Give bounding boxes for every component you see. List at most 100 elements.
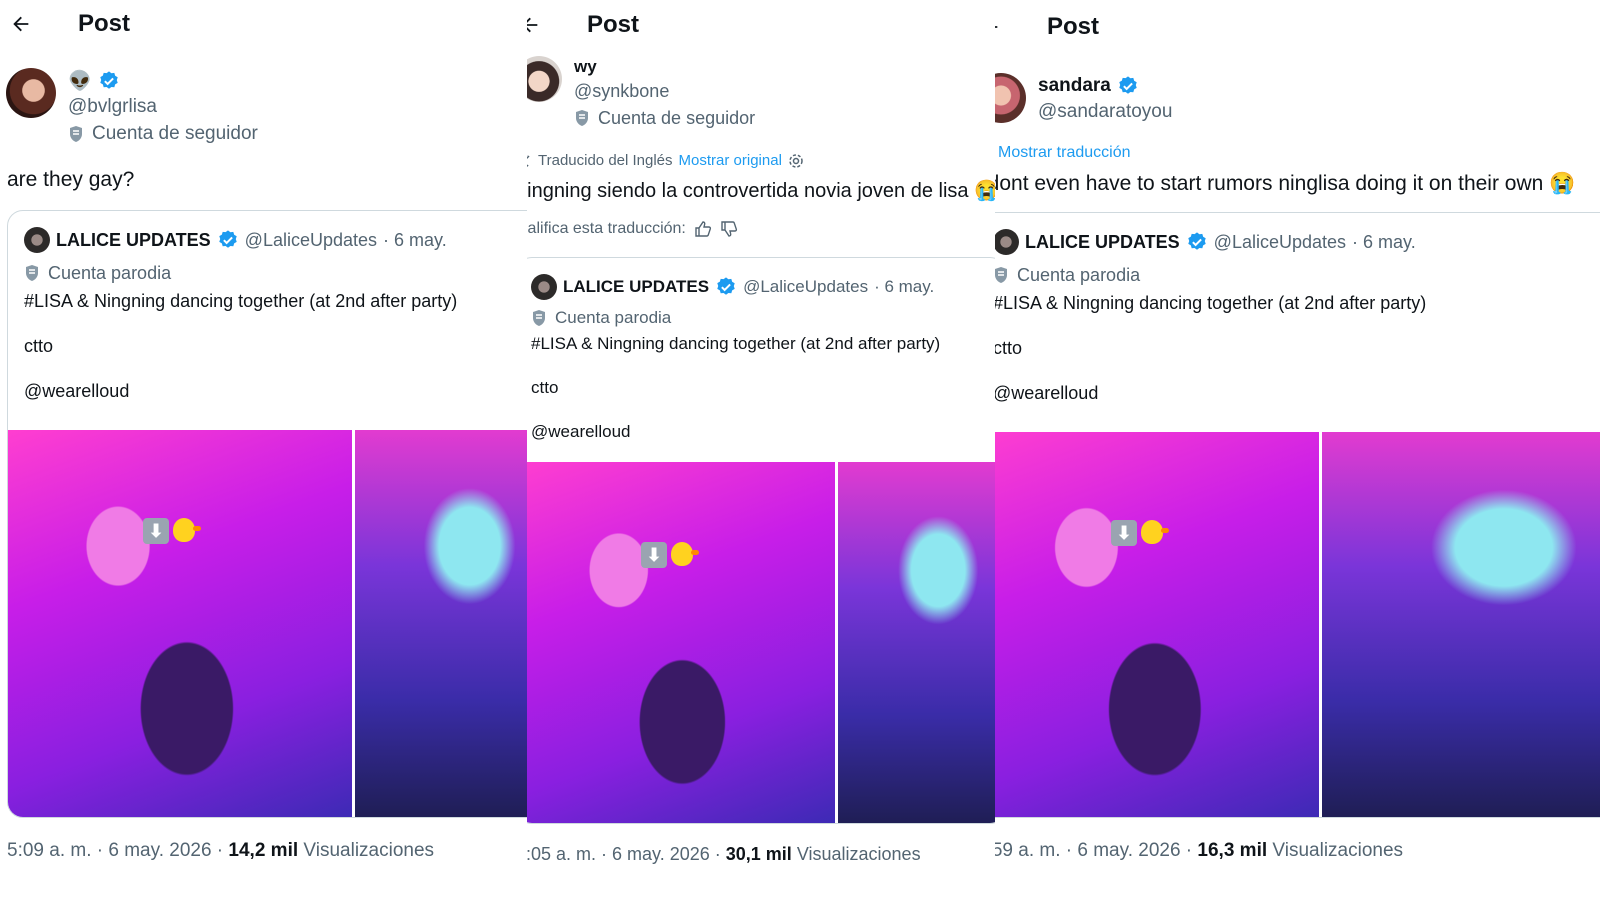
post-timestamp[interactable]: 5:05 a. m. · 6 may. 2026 · (527, 844, 726, 864)
rate-translation: Califica esta traducción: (527, 220, 738, 238)
quoted-text-line: ctto (995, 338, 1023, 358)
duck-emoji-icon (173, 518, 201, 542)
post-panel-2: Post wy @synkbone Cuenta de seguidor Tra… (527, 0, 995, 900)
post-panel-3: Post sandara @sandaratoyou Mostrar tradu… (995, 0, 1600, 900)
post-text: I dont even have to start rumors ninglis… (995, 172, 1576, 195)
media-image[interactable]: ⬇ (995, 432, 1319, 817)
display-name[interactable]: wy (574, 57, 597, 77)
display-name[interactable]: sandara (1038, 75, 1111, 97)
quoted-date: · 6 may. (874, 277, 935, 296)
post-header: Post (10, 4, 130, 44)
quoted-text-line: @wearelloud (531, 422, 631, 441)
duck-emoji-icon (671, 542, 699, 566)
arrow-down-emoji-icon: ⬇ (143, 518, 169, 544)
back-arrow-icon[interactable] (527, 14, 541, 36)
quoted-post[interactable]: LALICE UPDATES @LaliceUpdates · 6 may. C… (7, 210, 527, 818)
views-label: Visualizaciones (796, 844, 921, 864)
media-image[interactable] (1322, 432, 1600, 817)
quoted-handle: @LaliceUpdates (1213, 231, 1347, 252)
quoted-text-line: @wearelloud (24, 381, 130, 401)
gear-icon[interactable] (788, 153, 804, 169)
post-panel-1: Post 👽 @bvlgrlisa Cuenta de seguidor are… (0, 0, 527, 900)
media-gallery[interactable]: ⬇ (995, 432, 1600, 817)
post-footer: 4:59 a. m. · 6 may. 2026 · 16,3 mil Visu… (995, 840, 1403, 862)
quoted-date: · 6 may. (1352, 231, 1416, 252)
post-author[interactable]: wy @synkbone Cuenta de seguidor (527, 56, 755, 132)
show-translation-link[interactable]: Mostrar traducción (998, 144, 1131, 162)
quoted-name: LALICE UPDATES (56, 229, 211, 250)
quoted-handle: @LaliceUpdates (244, 229, 378, 250)
translation-info: Mostrar traducción (995, 144, 1131, 162)
shield-icon (533, 310, 545, 326)
media-image[interactable]: ⬇ (8, 430, 352, 817)
page-title: Post (1047, 13, 1100, 40)
quoted-avatar (531, 274, 557, 300)
user-handle[interactable]: @synkbone (574, 78, 755, 104)
avatar[interactable] (6, 68, 56, 118)
duck-emoji-icon (1141, 520, 1169, 544)
quoted-account-label: Cuenta parodia (48, 262, 172, 283)
user-handle[interactable]: @sandaratoyou (1038, 99, 1172, 125)
media-image[interactable] (838, 462, 995, 823)
translation-info: Traducido del Inglés Mostrar original (527, 152, 804, 169)
display-name[interactable]: 👽 (68, 69, 92, 93)
post-author[interactable]: sandara @sandaratoyou (995, 73, 1172, 125)
verified-badge-icon (99, 71, 118, 89)
quoted-avatar (24, 227, 50, 253)
avatar[interactable] (995, 73, 1026, 123)
view-count: 16,3 mil (1197, 840, 1268, 861)
quoted-avatar (995, 229, 1019, 255)
account-label: Cuenta de seguidor (92, 123, 258, 144)
media-gallery[interactable]: ⬇ (8, 430, 527, 817)
shield-icon (995, 267, 1007, 283)
media-gallery[interactable]: ⬇ (527, 462, 995, 823)
view-count: 30,1 mil (725, 844, 792, 864)
quoted-date: · 6 may. (383, 229, 447, 250)
media-image[interactable] (355, 430, 527, 817)
quoted-post[interactable]: LALICE UPDATES @LaliceUpdates · 6 may. C… (527, 257, 995, 824)
quoted-text-line: #LISA & Ningning dancing together (at 2n… (24, 291, 458, 311)
shield-icon (70, 126, 82, 142)
user-handle[interactable]: @bvlgrlisa (68, 94, 258, 120)
quoted-text-line: @wearelloud (995, 383, 1099, 403)
account-label: Cuenta de seguidor (598, 107, 756, 128)
quoted-name: LALICE UPDATES (563, 277, 710, 296)
post-footer: 5:09 a. m. · 6 may. 2026 · 14,2 mil Visu… (7, 840, 434, 862)
verified-badge-icon (717, 277, 735, 295)
arrow-down-emoji-icon: ⬇ (641, 542, 667, 568)
views-label: Visualizaciones (1272, 840, 1404, 861)
post-text: are they gay? (7, 168, 135, 191)
page-title: Post (78, 10, 131, 37)
page-title: Post (587, 11, 640, 38)
translate-icon (527, 154, 530, 167)
post-header: Post (527, 5, 639, 45)
quoted-text-line: #LISA & Ningning dancing together (at 2n… (995, 293, 1427, 313)
verified-badge-icon (1119, 76, 1137, 94)
post-author[interactable]: 👽 @bvlgrlisa Cuenta de seguidor (6, 68, 258, 148)
quoted-name: LALICE UPDATES (1025, 231, 1180, 252)
post-timestamp[interactable]: 5:09 a. m. · 6 may. 2026 · (7, 840, 228, 861)
quoted-text-line: ctto (24, 336, 54, 356)
views-label: Visualizaciones (303, 840, 435, 861)
quoted-account-label: Cuenta parodia (555, 308, 672, 327)
thumbs-down-icon[interactable] (720, 220, 738, 238)
shield-icon (576, 110, 588, 126)
quoted-handle: @LaliceUpdates (743, 277, 869, 296)
media-image[interactable]: ⬇ (527, 462, 835, 823)
back-arrow-icon[interactable] (10, 13, 32, 35)
post-text: ningning siendo la controvertida novia j… (527, 180, 995, 202)
back-arrow-icon[interactable] (995, 16, 1001, 38)
avatar[interactable] (527, 56, 562, 102)
post-footer: 5:05 a. m. · 6 may. 2026 · 30,1 mil Visu… (527, 844, 921, 865)
post-header: Post (995, 7, 1099, 47)
thumbs-up-icon[interactable] (694, 220, 712, 238)
quoted-post[interactable]: LALICE UPDATES @LaliceUpdates · 6 may. C… (995, 212, 1600, 818)
verified-badge-icon (1187, 232, 1206, 250)
translated-from-label: Traducido del Inglés (538, 152, 673, 169)
post-timestamp[interactable]: 4:59 a. m. · 6 may. 2026 · (995, 840, 1197, 861)
shield-icon (26, 265, 38, 281)
quoted-account-label: Cuenta parodia (1017, 264, 1141, 285)
rate-translation-label: Califica esta traducción: (527, 220, 686, 237)
quoted-text-line: #LISA & Ningning dancing together (at 2n… (531, 334, 941, 353)
show-original-link[interactable]: Mostrar original (679, 152, 782, 169)
